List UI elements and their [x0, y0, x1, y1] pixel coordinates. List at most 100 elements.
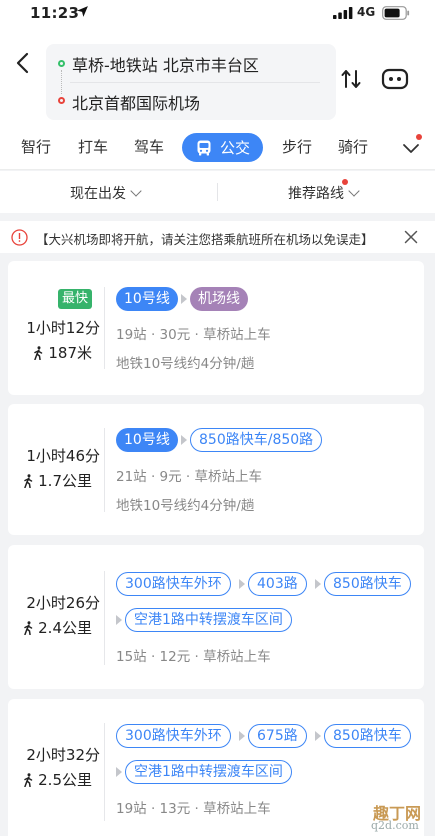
tab-walk[interactable]: 步行 [282, 136, 312, 157]
walk-distance-value: 187米 [48, 344, 92, 362]
route-lines: 300路快车外环 675路 850路快车 [116, 724, 416, 750]
line-badge: 10号线 [116, 428, 178, 452]
line-badge: 空港1路中转摆渡车区间 [125, 760, 292, 784]
line-badge: 850路快车 [324, 572, 411, 596]
notice-text: 【大兴机场即将开航，请关注您搭乘航班所在机场以免误走】 [36, 232, 374, 247]
battery-icon [382, 6, 410, 20]
route-lines: 空港1路中转摆渡车区间 [116, 760, 416, 786]
walk-icon [24, 773, 33, 787]
status-time: 11:23 [30, 4, 80, 22]
site-watermark: 趣丁网 q2d.com [363, 800, 431, 834]
card-divider [104, 428, 105, 512]
transfer-arrow-icon [116, 615, 122, 625]
line-badge: 850路快车 [324, 724, 411, 748]
route-info: 15站 · 12元 · 草桥站上车 [116, 649, 271, 665]
walk-distance-value: 2.5公里 [38, 771, 92, 789]
swap-icon[interactable] [338, 66, 364, 92]
notification-dot [342, 179, 348, 185]
filter-bar: 现在出发 推荐路线 [0, 171, 435, 213]
depart-time-label: 现在出发 [70, 186, 126, 202]
origin-field[interactable]: 草桥-地铁站 北京市丰台区 [72, 52, 259, 76]
status-bar: 11:23 4G [0, 0, 435, 26]
line-badge: 403路 [248, 572, 307, 596]
walk-distance: 2.4公里 [8, 617, 92, 638]
transfer-arrow-icon [239, 731, 245, 741]
notification-dot [416, 134, 422, 140]
walk-distance: 1.7公里 [8, 470, 92, 491]
route-lines: 10号线 机场线 [116, 287, 416, 313]
line-badge: 300路快车外环 [116, 724, 231, 748]
transfer-arrow-icon [315, 579, 321, 589]
card-divider [104, 723, 105, 821]
transfer-arrow-icon [315, 731, 321, 741]
info-icon [11, 229, 28, 246]
route-card[interactable]: 2小时26分 2.4公里 300路快车外环 403路 850路快车 空港1路中转… [8, 545, 424, 689]
transfer-arrow-icon [116, 767, 122, 777]
chevron-down-icon [130, 185, 142, 197]
route-header: 草桥-地铁站 北京市丰台区 北京首都国际机场 [0, 26, 435, 126]
walk-icon [34, 346, 43, 360]
watermark-url: q2d.com [371, 819, 419, 832]
walk-distance-value: 1.7公里 [38, 472, 92, 490]
transfer-arrow-icon [239, 579, 245, 589]
route-frequency: 地铁10号线约4分钟/趟 [116, 356, 255, 372]
line-badge: 675路 [248, 724, 307, 748]
route-duration: 2小时32分 [26, 746, 100, 764]
route-duration: 1小时12分 [26, 319, 100, 337]
signal-icon [333, 7, 353, 19]
network-type: 4G [357, 5, 376, 19]
location-arrow-icon [77, 6, 88, 17]
line-badge: 空港1路中转摆渡车区间 [125, 608, 292, 632]
filter-divider [217, 183, 218, 201]
route-card[interactable]: 2小时32分 2.5公里 300路快车外环 675路 850路快车 空港1路中转… [8, 699, 424, 836]
depart-time-filter[interactable]: 现在出发 [70, 183, 142, 203]
tab-bike[interactable]: 骑行 [338, 136, 368, 157]
line-badge: 300路快车外环 [116, 572, 231, 596]
route-card[interactable]: 最快 1小时12分 187米 10号线 机场线 19站 · 30元 · 草桥站上… [8, 261, 424, 395]
route-duration: 2小时26分 [26, 594, 100, 612]
tab-drive[interactable]: 驾车 [134, 136, 164, 157]
line-badge: 850路快车/850路 [190, 428, 323, 452]
travel-mode-tabs: 智行 打车 驾车 公交 步行 骑行 [0, 126, 435, 170]
route-card[interactable]: 1小时46分 1.7公里 10号线 850路快车/850路 21站 · 9元 ·… [8, 404, 424, 535]
route-lines: 空港1路中转摆渡车区间 [116, 608, 416, 634]
tab-transit-label: 公交 [220, 139, 251, 157]
walk-distance-value: 2.4公里 [38, 619, 92, 637]
tab-taxi[interactable]: 打车 [78, 136, 108, 157]
origin-dot-icon [58, 60, 65, 67]
route-dotted-line [61, 70, 62, 94]
more-options-icon[interactable] [380, 66, 410, 92]
line-badge: 10号线 [116, 287, 178, 311]
card-divider [104, 571, 105, 665]
notice-banner: 【大兴机场即将开航，请关注您搭乘航班所在机场以免误走】 [0, 221, 435, 253]
route-duration: 1小时46分 [26, 447, 100, 465]
walk-distance: 2.5公里 [8, 769, 92, 790]
route-info: 21站 · 9元 · 草桥站上车 [116, 469, 263, 485]
destination-field[interactable]: 北京首都国际机场 [72, 90, 200, 114]
route-divider [70, 82, 320, 83]
walk-distance: 187米 [8, 342, 92, 363]
back-arrow-icon[interactable] [8, 48, 38, 78]
card-divider [104, 287, 105, 369]
chevron-down-icon[interactable] [401, 138, 421, 158]
tab-transit[interactable]: 公交 [182, 133, 263, 162]
route-lines: 300路快车外环 403路 850路快车 [116, 572, 416, 598]
destination-dot-icon [58, 97, 65, 104]
walk-icon [24, 474, 33, 488]
route-frequency: 地铁10号线约4分钟/趟 [116, 498, 255, 514]
bus-icon [197, 140, 211, 156]
transfer-arrow-icon [181, 435, 187, 445]
route-input-box: 草桥-地铁站 北京市丰台区 北京首都国际机场 [46, 44, 336, 120]
transfer-arrow-icon [181, 294, 187, 304]
fastest-badge: 最快 [58, 289, 92, 309]
line-badge: 机场线 [190, 287, 248, 311]
route-info: 19站 · 30元 · 草桥站上车 [116, 327, 271, 343]
route-info: 19站 · 13元 · 草桥站上车 [116, 801, 271, 817]
walk-icon [24, 621, 33, 635]
tab-smart[interactable]: 智行 [21, 136, 51, 157]
route-lines: 10号线 850路快车/850路 [116, 428, 416, 454]
chevron-down-icon [348, 185, 360, 197]
sort-label: 推荐路线 [288, 186, 344, 202]
sort-filter[interactable]: 推荐路线 [288, 183, 360, 203]
close-icon[interactable] [404, 230, 418, 244]
